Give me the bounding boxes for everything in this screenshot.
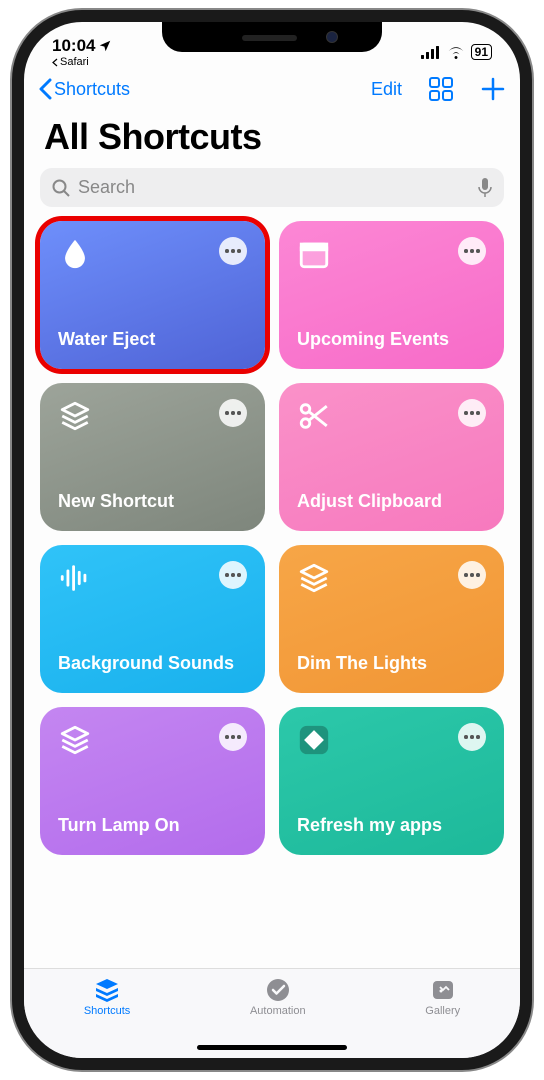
more-icon[interactable] xyxy=(458,561,486,589)
nav-bar: Shortcuts Edit xyxy=(24,70,520,112)
notch xyxy=(162,22,382,52)
back-app-label: Safari xyxy=(60,56,89,68)
layers-icon xyxy=(297,561,331,600)
shortcut-tile[interactable]: New Shortcut xyxy=(40,383,265,531)
search-input[interactable] xyxy=(78,177,470,198)
more-icon[interactable] xyxy=(219,237,247,265)
tile-label: Dim The Lights xyxy=(297,653,486,675)
tab-shortcuts[interactable]: Shortcuts xyxy=(84,977,130,1017)
shortcut-tile[interactable]: Dim The Lights xyxy=(279,545,504,693)
droplet-icon xyxy=(58,237,92,276)
tab-gallery-label: Gallery xyxy=(425,1005,460,1017)
calendar-icon xyxy=(297,237,331,276)
diamond-icon xyxy=(297,723,331,762)
phone-frame: 10:04 Safari 91 Shortcuts Edit Al xyxy=(12,10,532,1070)
page-title: All Shortcuts xyxy=(24,112,520,168)
tile-label: Upcoming Events xyxy=(297,329,486,351)
location-icon xyxy=(98,39,112,53)
layers-icon xyxy=(58,723,92,762)
search-icon xyxy=(52,179,70,197)
shortcut-tile[interactable]: Upcoming Events xyxy=(279,221,504,369)
shortcut-tile[interactable]: Water Eject xyxy=(40,221,265,369)
tab-shortcuts-label: Shortcuts xyxy=(84,1005,130,1017)
scissors-icon xyxy=(297,399,331,438)
waveform-icon xyxy=(58,561,92,600)
more-icon[interactable] xyxy=(219,399,247,427)
shortcut-tile[interactable]: Refresh my apps xyxy=(279,707,504,855)
shortcut-tile[interactable]: Turn Lamp On xyxy=(40,707,265,855)
tab-gallery[interactable]: Gallery xyxy=(425,977,460,1017)
more-icon[interactable] xyxy=(458,399,486,427)
more-icon[interactable] xyxy=(458,237,486,265)
tile-label: Turn Lamp On xyxy=(58,815,247,837)
tile-label: Water Eject xyxy=(58,329,247,351)
tile-label: Adjust Clipboard xyxy=(297,491,486,513)
more-icon[interactable] xyxy=(219,561,247,589)
more-icon[interactable] xyxy=(219,723,247,751)
home-indicator[interactable] xyxy=(197,1045,347,1050)
edit-button[interactable]: Edit xyxy=(371,79,402,100)
back-button[interactable]: Shortcuts xyxy=(38,78,130,100)
wifi-icon xyxy=(447,46,465,59)
back-label: Shortcuts xyxy=(54,79,130,100)
tile-label: Background Sounds xyxy=(58,653,247,675)
grid-view-icon[interactable] xyxy=(428,76,454,102)
shortcuts-grid: Water Eject Upcoming Events New Shortcut… xyxy=(24,221,520,855)
tab-automation-label: Automation xyxy=(250,1005,306,1017)
mic-icon[interactable] xyxy=(478,178,492,198)
battery-indicator: 91 xyxy=(471,44,492,60)
add-icon[interactable] xyxy=(480,76,506,102)
tab-automation[interactable]: Automation xyxy=(250,977,306,1017)
tile-label: New Shortcut xyxy=(58,491,247,513)
back-to-app[interactable]: Safari xyxy=(52,56,112,68)
clock: 10:04 xyxy=(52,36,95,56)
shortcut-tile[interactable]: Adjust Clipboard xyxy=(279,383,504,531)
cellular-icon xyxy=(421,46,441,59)
tile-label: Refresh my apps xyxy=(297,815,486,837)
more-icon[interactable] xyxy=(458,723,486,751)
search-bar[interactable] xyxy=(40,168,504,207)
layers-icon xyxy=(58,399,92,438)
shortcut-tile[interactable]: Background Sounds xyxy=(40,545,265,693)
